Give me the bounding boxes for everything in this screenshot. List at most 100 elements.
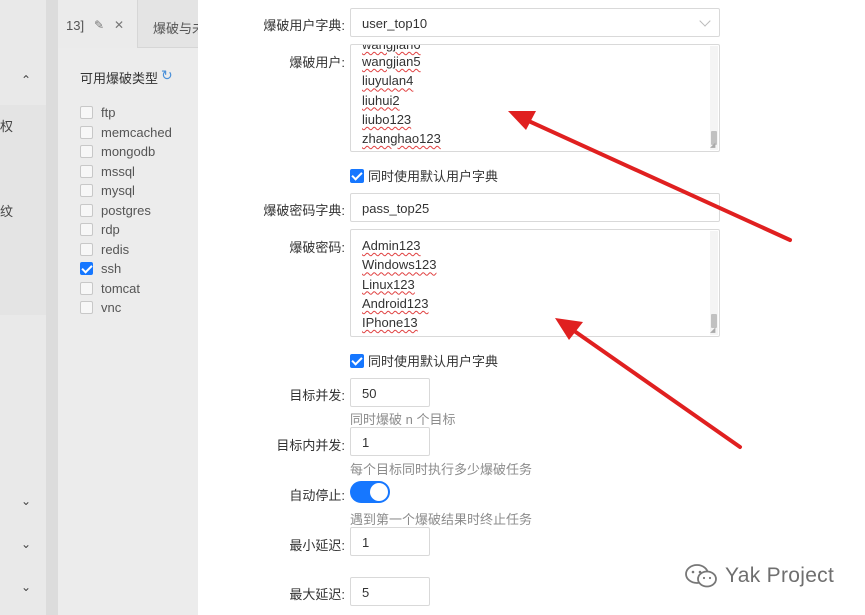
textarea-line: Android123: [362, 295, 429, 311]
checkbox-icon[interactable]: [80, 184, 93, 198]
auto-stop-hint: 遇到第一个爆破结果时终止任务: [350, 512, 533, 527]
type-item-mssql[interactable]: mssql: [80, 162, 172, 182]
resize-handle-icon[interactable]: ◢: [710, 327, 718, 335]
textarea-line: Windows123: [362, 257, 437, 273]
checkbox-icon[interactable]: [80, 301, 93, 315]
left-rail-text-2: 纹: [0, 204, 14, 219]
type-item-vnc[interactable]: vnc: [80, 298, 172, 318]
pass-dict-label: 爆破密码字典:: [263, 203, 345, 218]
type-item-label: postgres: [101, 202, 151, 218]
textarea-line: liuyulan4: [362, 73, 414, 89]
toggle-knob: [370, 483, 388, 501]
checkbox-icon[interactable]: [80, 145, 93, 159]
brute-type-panel: 13] ✎ ✕ 爆破与未 可用爆破类型 ↻ ftp memcached mongod…: [58, 0, 205, 615]
min-delay-input[interactable]: 1: [350, 527, 430, 556]
type-item-label: rdp: [101, 222, 120, 238]
type-item-postgres[interactable]: postgres: [80, 201, 172, 221]
use-default-user-checkbox[interactable]: 同时使用默认用户字典: [350, 166, 498, 185]
left-rail: ⌃ 权 纹 ⌄ ⌄ ⌄: [0, 0, 46, 615]
textarea-line: liubo123: [362, 111, 412, 127]
user-dict-value: user_top10: [362, 16, 428, 31]
type-item-label: mysql: [101, 183, 135, 199]
checkbox-icon[interactable]: [80, 164, 93, 178]
users-partial-line: wangjian6: [362, 44, 421, 52]
chevron-down-icon[interactable]: ⌄: [21, 580, 31, 594]
inner-concurrency-hint: 每个目标同时执行多少爆破任务: [350, 462, 533, 477]
min-delay-value: 1: [362, 535, 370, 550]
target-concurrency-value: 50: [362, 386, 377, 401]
resize-handle-icon[interactable]: ◢: [710, 142, 718, 150]
user-dict-label: 爆破用户字典:: [263, 18, 345, 33]
types-title: 可用爆破类型: [80, 71, 159, 86]
use-default-user-label: 同时使用默认用户字典: [368, 169, 499, 184]
users-label: 爆破用户:: [289, 55, 345, 70]
tab-current[interactable]: 13] ✎ ✕: [58, 0, 138, 48]
checkbox-icon[interactable]: [80, 281, 93, 295]
use-default-pass-checkbox[interactable]: 同时使用默认用户字典: [350, 351, 498, 370]
checkbox-checked-icon: [350, 168, 364, 183]
type-item-label: mongodb: [101, 144, 156, 160]
max-delay-input[interactable]: 5: [350, 577, 430, 606]
checkbox-icon[interactable]: [80, 242, 93, 256]
type-item-mysql[interactable]: mysql: [80, 181, 172, 201]
max-delay-label: 最大延迟:: [289, 587, 345, 602]
pass-label: 爆破密码:: [289, 240, 345, 255]
chevron-down-icon[interactable]: ⌄: [21, 494, 31, 508]
edit-icon[interactable]: ✎: [94, 18, 104, 32]
type-item-label: vnc: [101, 300, 122, 316]
checkbox-icon[interactable]: [80, 203, 93, 217]
type-item-label: ssh: [101, 261, 122, 277]
max-delay-value: 5: [362, 585, 370, 600]
brute-form-panel: 爆破用户字典: user_top10 爆破用户: zhanghao123 liub…: [198, 0, 865, 615]
pass-scroll-thumb[interactable]: [711, 314, 717, 328]
pass-dict-select[interactable]: pass_top25: [350, 193, 720, 222]
chevron-down-icon: [699, 15, 711, 27]
checkbox-icon[interactable]: [80, 106, 93, 120]
type-item-memcached[interactable]: memcached: [80, 123, 172, 143]
use-default-pass-label: 同时使用默认用户字典: [368, 354, 499, 369]
pass-dict-value: pass_top25: [362, 201, 430, 216]
type-item-label: ftp: [101, 105, 116, 121]
type-item-ssh[interactable]: ssh: [80, 259, 172, 279]
target-concurrency-hint: 同时爆破 n 个目标: [350, 412, 456, 427]
type-item-rdp[interactable]: rdp: [80, 220, 172, 240]
tab-bar: 13] ✎ ✕ 爆破与未: [58, 0, 205, 48]
checkbox-icon[interactable]: [80, 223, 93, 237]
inner-concurrency-value: 1: [362, 435, 370, 450]
checkbox-checked-icon: [350, 353, 364, 368]
textarea-line: IPhone13: [362, 315, 418, 331]
textarea-line: Linux123: [362, 276, 415, 292]
type-item-label: mssql: [101, 163, 135, 179]
pass-textarea[interactable]: IPhone13 Android123 Linux123 Windows123 Admi…: [350, 229, 720, 337]
type-item-label: memcached: [101, 124, 172, 140]
type-item-label: tomcat: [101, 280, 141, 296]
auto-stop-toggle[interactable]: [350, 481, 390, 503]
inner-concurrency-input[interactable]: 1: [350, 427, 430, 456]
type-item-mongodb[interactable]: mongodb: [80, 142, 172, 162]
target-concurrency-input[interactable]: 50: [350, 378, 430, 407]
type-item-ftp[interactable]: ftp: [80, 103, 172, 123]
inner-concurrency-label: 目标内并发:: [276, 438, 345, 453]
chevron-down-icon[interactable]: ⌄: [21, 537, 31, 551]
chevron-up-icon[interactable]: ⌃: [21, 73, 31, 87]
type-item-redis[interactable]: redis: [80, 240, 172, 260]
textarea-line: liuhui2: [362, 92, 400, 108]
wechat-icon: [685, 564, 717, 588]
auto-stop-label: 自动停止:: [289, 488, 345, 503]
left-rail-text-1: 权: [0, 119, 14, 134]
textarea-line: Admin123: [362, 238, 421, 253]
type-item-tomcat[interactable]: tomcat: [80, 279, 172, 299]
close-icon[interactable]: ✕: [114, 18, 124, 32]
textarea-line: zhanghao123: [362, 131, 441, 147]
checkbox-icon[interactable]: [80, 125, 93, 139]
min-delay-label: 最小延迟:: [289, 538, 345, 553]
checkbox-checked-icon[interactable]: [80, 262, 93, 276]
type-list: ftp memcached mongodb mssql mysql postgres rdp…: [80, 103, 172, 318]
users-textarea[interactable]: zhanghao123 liubo123 liuhui2 liuyulan4 wangj…: [350, 44, 720, 152]
watermark: Yak Project: [683, 563, 834, 589]
user-dict-select[interactable]: user_top10: [350, 8, 720, 37]
refresh-icon[interactable]: ↻: [161, 67, 173, 84]
textarea-line: wangjian5: [362, 54, 421, 69]
type-item-label: redis: [101, 241, 130, 257]
target-concurrency-label: 目标并发:: [289, 388, 345, 403]
